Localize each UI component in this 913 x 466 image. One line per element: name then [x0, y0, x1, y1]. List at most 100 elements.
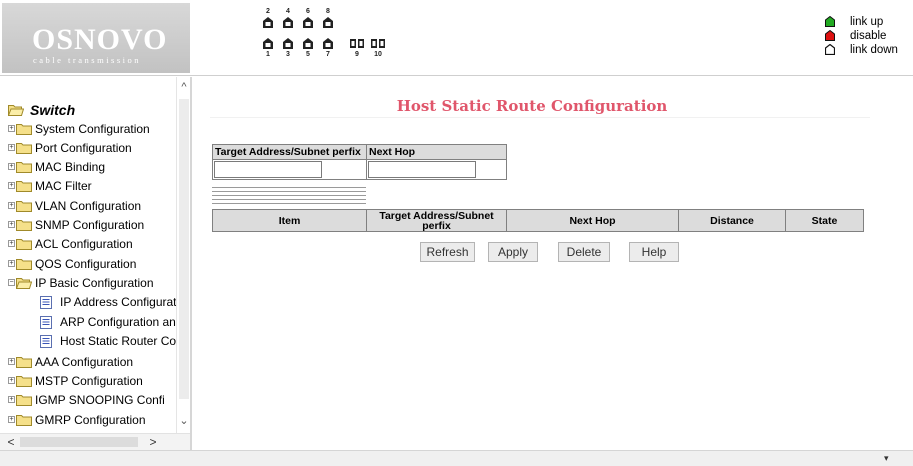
target-address-cell	[212, 159, 367, 180]
port-10-sfp-icon[interactable]: 10	[370, 39, 386, 61]
port-number: 6	[306, 8, 310, 15]
column-header-item: Item	[212, 209, 367, 232]
expand-icon[interactable]: +	[8, 125, 15, 132]
next-hop-input[interactable]	[368, 161, 476, 178]
brand-tagline: cable transmission	[33, 55, 142, 65]
delete-button[interactable]: Delete	[558, 242, 610, 262]
page-title: Host Static Route Configuration	[396, 97, 668, 115]
port-5-icon[interactable]: 5	[302, 38, 314, 60]
table-divider	[212, 191, 366, 192]
sidebar-horizontal-scrollbar[interactable]: < >	[0, 433, 190, 450]
port-number: 1	[266, 51, 270, 58]
header: OSNOVO cable transmission 2 4 6 8 1 3 5 …	[0, 0, 913, 76]
port-9-sfp-icon[interactable]: 9	[349, 39, 365, 61]
scroll-up-icon[interactable]: ^	[177, 79, 190, 95]
port-7-icon[interactable]: 7	[322, 38, 334, 60]
status-bar: ▾	[0, 450, 913, 466]
sidebar-item-label: MSTP Configuration	[35, 374, 143, 388]
help-button[interactable]: Help	[629, 242, 679, 262]
folder-icon	[16, 395, 32, 406]
nav-tree: Switch + System Configuration + Port Con…	[0, 77, 177, 433]
port-number: 4	[286, 8, 290, 15]
port-legend: link up disable link down	[822, 15, 898, 57]
route-table: Item Target Address/Subnet perfix Next H…	[212, 209, 864, 232]
expand-icon[interactable]: +	[8, 202, 15, 209]
scroll-thumb[interactable]	[179, 99, 189, 399]
sidebar-item-label: ACL Configuration	[35, 237, 133, 251]
expand-icon[interactable]: +	[8, 416, 15, 423]
sidebar: Switch + System Configuration + Port Con…	[0, 77, 192, 450]
port-6-icon[interactable]: 6	[302, 8, 314, 30]
disable-icon	[825, 30, 835, 41]
next-hop-cell	[366, 159, 507, 180]
sidebar-item-label: VLAN Configuration	[35, 199, 142, 213]
document-icon	[40, 296, 52, 309]
switch-web-ui: OSNOVO cable transmission 2 4 6 8 1 3 5 …	[0, 0, 913, 466]
table-divider	[212, 195, 366, 196]
sidebar-item-label: SNMP Configuration	[35, 218, 145, 232]
port-3-icon[interactable]: 3	[282, 38, 294, 60]
port-number: 3	[286, 51, 290, 58]
sidebar-subitem-label: ARP Configuration an	[60, 315, 176, 329]
legend-label: disable	[850, 30, 887, 42]
legend-link-up: link up	[822, 15, 898, 29]
port-number: 8	[326, 8, 330, 15]
expand-icon[interactable]: +	[8, 182, 15, 189]
port-2-icon[interactable]: 2	[262, 8, 274, 30]
title-divider	[210, 117, 870, 118]
folder-icon	[16, 357, 32, 368]
port-number: 10	[374, 51, 382, 58]
scroll-down-icon[interactable]: ⌄	[177, 413, 190, 429]
expand-icon[interactable]: +	[8, 377, 15, 384]
sidebar-item-label: MAC Binding	[35, 160, 106, 174]
legend-disable: disable	[822, 29, 898, 43]
collapse-icon[interactable]: −	[8, 279, 15, 286]
expand-icon[interactable]: +	[8, 240, 15, 247]
sidebar-vertical-scrollbar[interactable]: ^ ⌄	[176, 77, 190, 433]
folder-icon	[16, 220, 32, 231]
scroll-right-icon[interactable]: >	[146, 434, 160, 450]
port-4-icon[interactable]: 4	[282, 8, 294, 30]
folder-icon	[16, 415, 32, 426]
folder-icon	[16, 143, 32, 154]
scroll-thumb[interactable]	[20, 437, 138, 447]
folder-icon	[16, 376, 32, 387]
scroll-left-icon[interactable]: <	[4, 434, 18, 450]
sidebar-item-label: GMRP Configuration	[35, 413, 146, 427]
column-header-state: State	[785, 209, 864, 232]
sidebar-item-label: System Configuration	[35, 122, 150, 136]
column-header-next-hop: Next Hop	[506, 209, 679, 232]
column-header-distance: Distance	[678, 209, 786, 232]
folder-icon	[16, 201, 32, 212]
refresh-button[interactable]: Refresh	[420, 242, 475, 262]
link-up-icon	[825, 16, 835, 27]
port-panel: 2 4 6 8 1 3 5 7 9 10	[259, 8, 419, 68]
port-8-icon[interactable]: 8	[322, 8, 334, 30]
open-folder-icon	[16, 278, 32, 289]
port-number: 5	[306, 51, 310, 58]
apply-button[interactable]: Apply	[488, 242, 538, 262]
expand-icon[interactable]: +	[8, 396, 15, 403]
target-address-header: Target Address/Subnet perfix	[212, 144, 367, 160]
expand-icon[interactable]: +	[8, 144, 15, 151]
expand-icon[interactable]: +	[8, 358, 15, 365]
port-1-icon[interactable]: 1	[262, 38, 274, 60]
main-content: Host Static Route Configuration Target A…	[192, 77, 913, 450]
tree-root-label: Switch	[30, 102, 76, 118]
open-folder-icon	[8, 105, 24, 116]
sidebar-item-label: IP Basic Configuration	[35, 276, 154, 290]
table-divider	[212, 203, 366, 204]
document-icon	[40, 316, 52, 329]
brand-logo: OSNOVO cable transmission	[2, 3, 190, 73]
expand-icon[interactable]: +	[8, 260, 15, 267]
port-number: 9	[355, 51, 359, 58]
dropdown-arrow-icon[interactable]: ▾	[884, 453, 889, 464]
link-down-icon	[825, 44, 835, 55]
table-divider	[212, 187, 366, 188]
expand-icon[interactable]: +	[8, 163, 15, 170]
expand-icon[interactable]: +	[8, 221, 15, 228]
folder-icon	[16, 162, 32, 173]
folder-icon	[16, 259, 32, 270]
target-address-input[interactable]	[214, 161, 322, 178]
sidebar-subitem-label: Host Static Router Co	[60, 334, 177, 348]
